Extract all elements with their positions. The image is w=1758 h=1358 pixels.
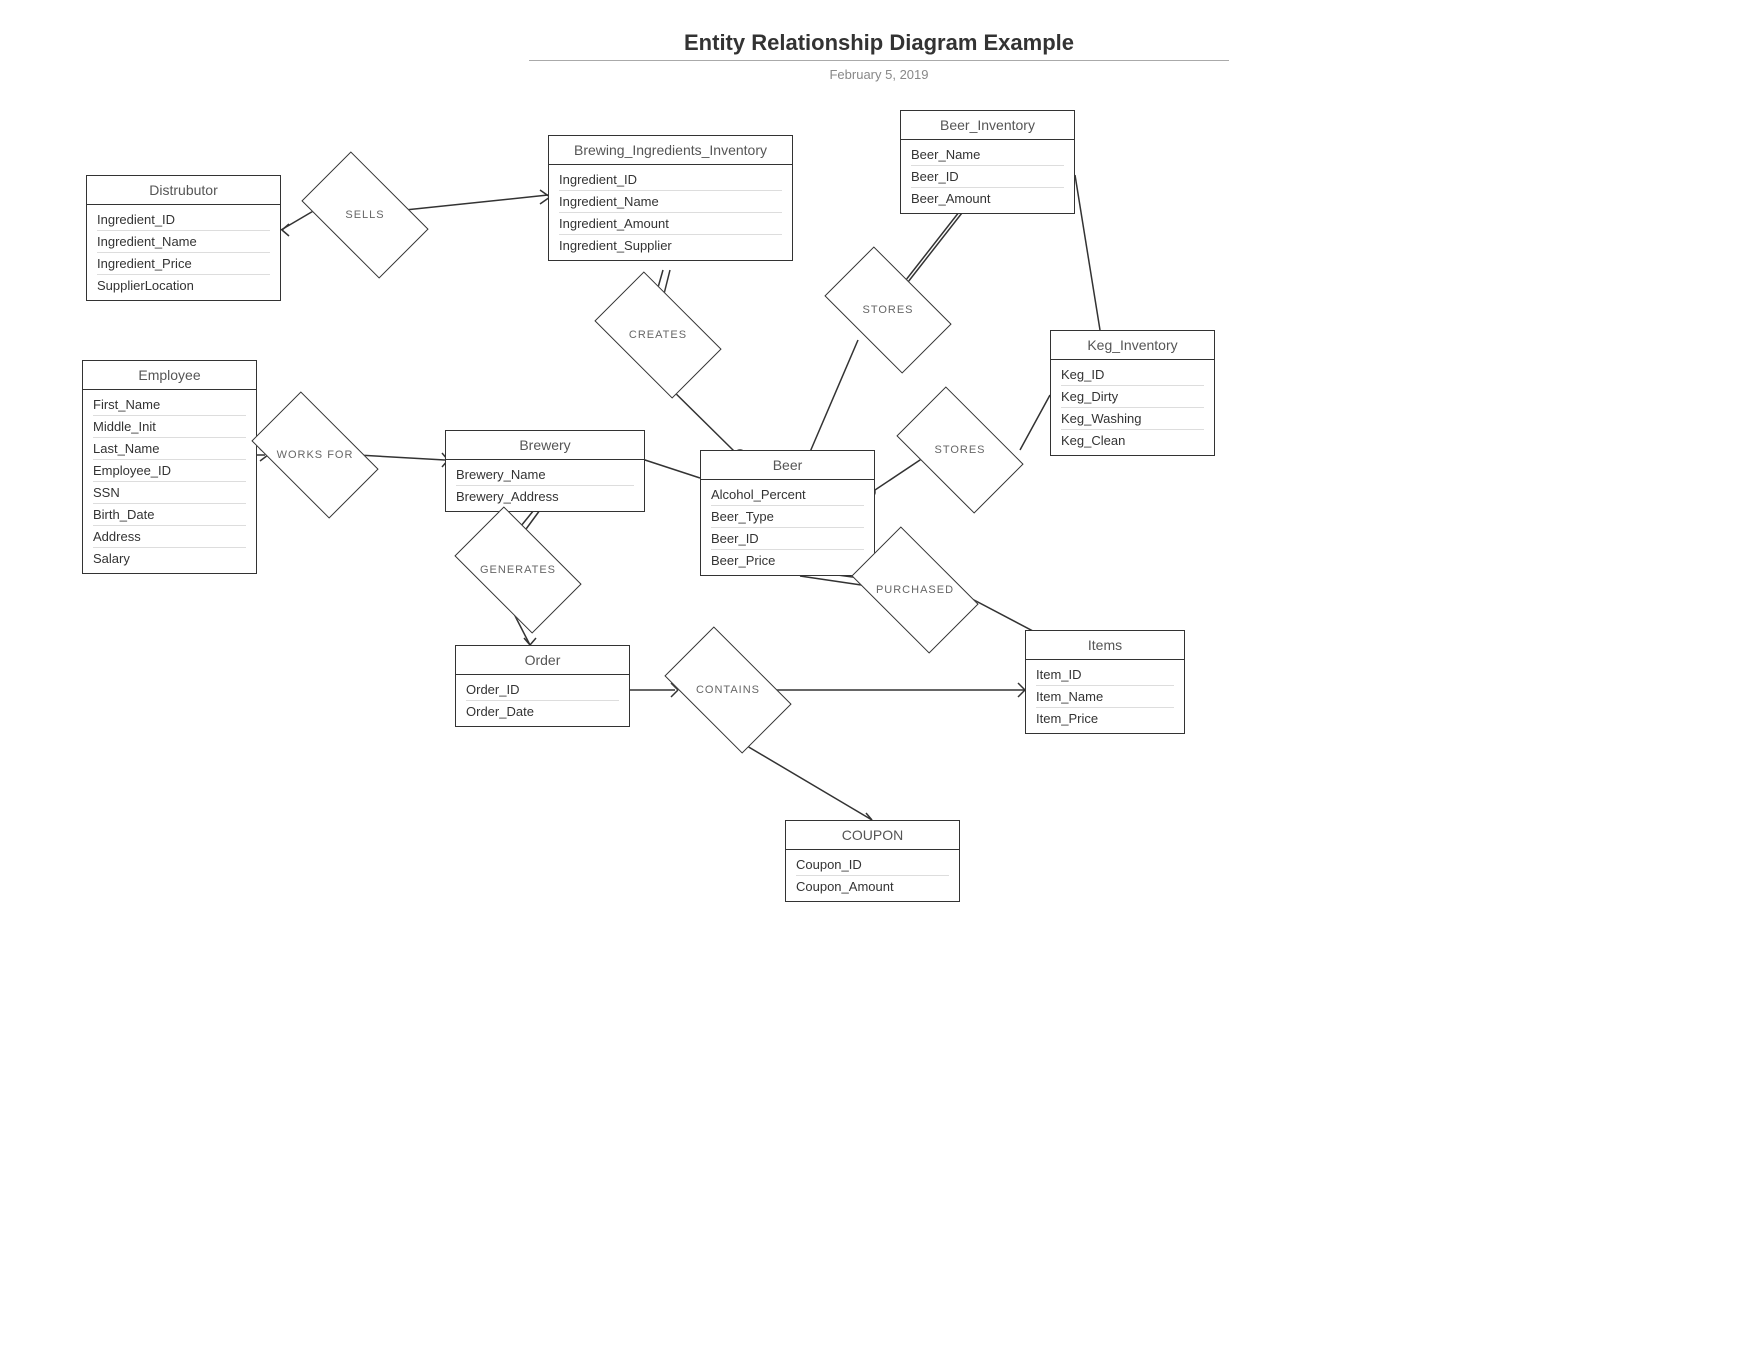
attr-order-id: Order_ID bbox=[466, 679, 619, 701]
relationship-creates: CREATES bbox=[598, 295, 718, 375]
attr-beer-id-inv: Beer_ID bbox=[911, 166, 1064, 188]
attr-item-price: Item_Price bbox=[1036, 708, 1174, 729]
entity-brewery: Brewery Brewery_Name Brewery_Address bbox=[445, 430, 645, 512]
attr-last-name: Last_Name bbox=[93, 438, 246, 460]
date-label: February 5, 2019 bbox=[529, 67, 1229, 82]
entity-employee-header: Employee bbox=[83, 361, 256, 390]
entity-beer-body: Alcohol_Percent Beer_Type Beer_ID Beer_P… bbox=[701, 480, 874, 575]
entity-beer-inventory: Beer_Inventory Beer_Name Beer_ID Beer_Am… bbox=[900, 110, 1075, 214]
attr-ingredient-price: Ingredient_Price bbox=[97, 253, 270, 275]
entity-beer-header: Beer bbox=[701, 451, 874, 480]
entity-brewing-inventory: Brewing_Ingredients_Inventory Ingredient… bbox=[548, 135, 793, 261]
entity-items-body: Item_ID Item_Name Item_Price bbox=[1026, 660, 1184, 733]
entity-brewing-body: Ingredient_ID Ingredient_Name Ingredient… bbox=[549, 165, 792, 260]
attr-brewery-name: Brewery_Name bbox=[456, 464, 634, 486]
entity-coupon-header: COUPON bbox=[786, 821, 959, 850]
relationship-purchased: PURCHASED bbox=[855, 550, 975, 630]
attr-middle-init: Middle_Init bbox=[93, 416, 246, 438]
attr-keg-washing: Keg_Washing bbox=[1061, 408, 1204, 430]
attr-address-emp: Address bbox=[93, 526, 246, 548]
entity-items-header: Items bbox=[1026, 631, 1184, 660]
entity-employee: Employee First_Name Middle_Init Last_Nam… bbox=[82, 360, 257, 574]
attr-beer-name-inv: Beer_Name bbox=[911, 144, 1064, 166]
attr-item-name: Item_Name bbox=[1036, 686, 1174, 708]
relationship-sells: SELLS bbox=[305, 175, 425, 255]
attr-brewery-address: Brewery_Address bbox=[456, 486, 634, 507]
entity-brewery-header: Brewery bbox=[446, 431, 644, 460]
attr-coupon-amount: Coupon_Amount bbox=[796, 876, 949, 897]
attr-item-id: Item_ID bbox=[1036, 664, 1174, 686]
attr-order-date: Order_Date bbox=[466, 701, 619, 722]
entity-coupon: COUPON Coupon_ID Coupon_Amount bbox=[785, 820, 960, 902]
relationship-works-for: WORKS FOR bbox=[255, 415, 375, 495]
attr-ingredient-amount: Ingredient_Amount bbox=[559, 213, 782, 235]
entity-keg-header: Keg_Inventory bbox=[1051, 331, 1214, 360]
entity-keg-inventory: Keg_Inventory Keg_ID Keg_Dirty Keg_Washi… bbox=[1050, 330, 1215, 456]
entity-distributor-header: Distrubutor bbox=[87, 176, 280, 205]
attr-beer-amount: Beer_Amount bbox=[911, 188, 1064, 209]
entity-keg-body: Keg_ID Keg_Dirty Keg_Washing Keg_Clean bbox=[1051, 360, 1214, 455]
entity-distributor: Distrubutor Ingredient_ID Ingredient_Nam… bbox=[86, 175, 281, 301]
entity-brewery-body: Brewery_Name Brewery_Address bbox=[446, 460, 644, 511]
attr-alcohol-percent: Alcohol_Percent bbox=[711, 484, 864, 506]
relationship-generates: GENERATES bbox=[458, 530, 578, 610]
attr-keg-id: Keg_ID bbox=[1061, 364, 1204, 386]
entity-employee-body: First_Name Middle_Init Last_Name Employe… bbox=[83, 390, 256, 573]
attr-birth-date: Birth_Date bbox=[93, 504, 246, 526]
attr-coupon-id: Coupon_ID bbox=[796, 854, 949, 876]
attr-ingredient-name-brew: Ingredient_Name bbox=[559, 191, 782, 213]
attr-ingredient-supplier: Ingredient_Supplier bbox=[559, 235, 782, 256]
attr-supplier-location: SupplierLocation bbox=[97, 275, 270, 296]
entity-order-header: Order bbox=[456, 646, 629, 675]
generates-label: GENERATES bbox=[480, 564, 556, 576]
attr-salary: Salary bbox=[93, 548, 246, 569]
entity-coupon-body: Coupon_ID Coupon_Amount bbox=[786, 850, 959, 901]
creates-label: CREATES bbox=[629, 329, 687, 341]
attr-ingredient-name-dist: Ingredient_Name bbox=[97, 231, 270, 253]
entity-beer-inv-header: Beer_Inventory bbox=[901, 111, 1074, 140]
title-area: Entity Relationship Diagram Example Febr… bbox=[529, 30, 1229, 82]
attr-beer-type: Beer_Type bbox=[711, 506, 864, 528]
entity-beer: Beer Alcohol_Percent Beer_Type Beer_ID B… bbox=[700, 450, 875, 576]
entity-items: Items Item_ID Item_Name Item_Price bbox=[1025, 630, 1185, 734]
entity-brewing-header: Brewing_Ingredients_Inventory bbox=[549, 136, 792, 165]
entity-distributor-body: Ingredient_ID Ingredient_Name Ingredient… bbox=[87, 205, 280, 300]
sells-label: SELLS bbox=[345, 209, 384, 221]
attr-ingredient-id-brew: Ingredient_ID bbox=[559, 169, 782, 191]
stores1-label: STORES bbox=[862, 304, 913, 316]
attr-beer-price: Beer_Price bbox=[711, 550, 864, 571]
stores2-label: STORES bbox=[934, 444, 985, 456]
relationship-stores2: STORES bbox=[900, 410, 1020, 490]
attr-employee-id: Employee_ID bbox=[93, 460, 246, 482]
entity-order-body: Order_ID Order_Date bbox=[456, 675, 629, 726]
attr-ssn: SSN bbox=[93, 482, 246, 504]
entity-beer-inv-body: Beer_Name Beer_ID Beer_Amount bbox=[901, 140, 1074, 213]
attr-ingredient-id-dist: Ingredient_ID bbox=[97, 209, 270, 231]
title-divider bbox=[529, 60, 1229, 61]
attr-keg-dirty: Keg_Dirty bbox=[1061, 386, 1204, 408]
attr-first-name: First_Name bbox=[93, 394, 246, 416]
attr-keg-clean: Keg_Clean bbox=[1061, 430, 1204, 451]
contains-label: CONTAINS bbox=[696, 684, 760, 696]
works-for-label: WORKS FOR bbox=[277, 449, 354, 461]
entity-order: Order Order_ID Order_Date bbox=[455, 645, 630, 727]
attr-beer-id: Beer_ID bbox=[711, 528, 864, 550]
relationship-contains: CONTAINS bbox=[668, 650, 788, 730]
erd-diagram: Entity Relationship Diagram Example Febr… bbox=[0, 0, 1758, 1358]
purchased-label: PURCHASED bbox=[876, 584, 954, 596]
relationship-stores1: STORES bbox=[828, 270, 948, 350]
page-title: Entity Relationship Diagram Example bbox=[529, 30, 1229, 56]
